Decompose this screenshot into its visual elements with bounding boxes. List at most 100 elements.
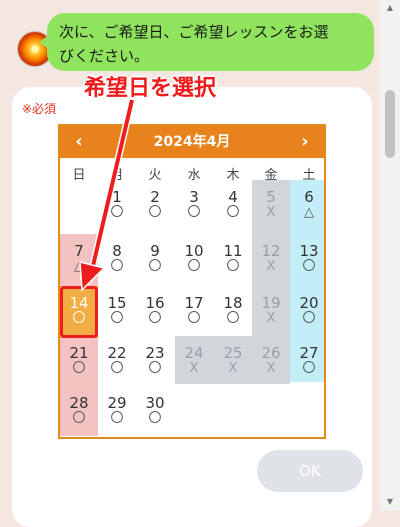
availability-mark: X xyxy=(266,311,276,326)
chevron-right-icon: › xyxy=(301,131,309,152)
day-number: 28 xyxy=(69,394,89,412)
availability-mark: X xyxy=(189,361,199,376)
calendar-day[interactable]: 4〇 xyxy=(214,180,252,232)
calendar-day: 5X xyxy=(252,180,290,232)
calendar-day[interactable]: 20 〇 xyxy=(290,286,328,338)
day-number: 4 xyxy=(228,188,238,206)
selected-date-highlight xyxy=(60,286,98,338)
calendar-day[interactable]: 15 〇 xyxy=(98,286,136,338)
day-number: 10 xyxy=(184,242,204,260)
day-number: 24 xyxy=(184,344,204,362)
scroll-up-icon[interactable]: ▲ xyxy=(385,3,395,13)
calendar-day: 25 X xyxy=(214,336,252,388)
scrollbar[interactable]: ▲ ▼ xyxy=(380,0,400,510)
availability-mark: 〇 xyxy=(148,205,162,220)
calendar-day[interactable]: 2〇 xyxy=(136,180,174,232)
calendar-day: 26 X xyxy=(252,336,290,388)
availability-mark: 〇 xyxy=(72,411,86,426)
day-number: 18 xyxy=(223,294,243,312)
day-number: 26 xyxy=(261,344,281,362)
availability-mark: 〇 xyxy=(110,311,124,326)
availability-mark: 〇 xyxy=(187,259,201,274)
calendar-day[interactable]: 16 〇 xyxy=(136,286,174,338)
calendar-day[interactable]: 23 〇 xyxy=(136,336,174,388)
calendar-day[interactable]: 29 〇 xyxy=(98,386,136,438)
calendar-day[interactable]: 9〇 xyxy=(136,234,174,286)
day-number: 25 xyxy=(223,344,243,362)
day-number: 29 xyxy=(107,394,127,412)
availability-mark: 〇 xyxy=(302,259,316,274)
day-number: 16 xyxy=(145,294,165,312)
calendar-day[interactable]: 30 〇 xyxy=(136,386,174,438)
availability-mark: 〇 xyxy=(148,361,162,376)
calendar-day[interactable]: 1〇 xyxy=(98,180,136,232)
calendar-day[interactable]: 7 △ xyxy=(60,234,98,286)
calendar-month-title: 2024年4月 xyxy=(153,134,231,150)
calendar-day[interactable]: 10 〇 xyxy=(175,234,213,286)
calendar-day: 24 X xyxy=(175,336,213,388)
required-label: ※必須 xyxy=(22,102,57,116)
calendar-day: 12 X xyxy=(252,234,290,286)
availability-mark: 〇 xyxy=(187,205,201,220)
availability-mark: 〇 xyxy=(302,361,316,376)
availability-mark: 〇 xyxy=(187,311,201,326)
day-number: 12 xyxy=(261,242,281,260)
day-number: 27 xyxy=(299,344,319,362)
availability-mark: 〇 xyxy=(72,361,86,376)
day-number: 3 xyxy=(189,188,199,206)
calendar-day[interactable]: 11 〇 xyxy=(214,234,252,286)
day-number: 22 xyxy=(107,344,127,362)
calendar-day[interactable]: 17 〇 xyxy=(175,286,213,338)
availability-mark: 〇 xyxy=(226,259,240,274)
weekday-label: 日 xyxy=(72,168,86,183)
day-number: 19 xyxy=(261,294,281,312)
annotation-label: 希望日を選択 xyxy=(84,76,217,101)
calendar-day[interactable]: 8〇 xyxy=(98,234,136,286)
scroll-down-icon[interactable]: ▼ xyxy=(385,497,395,507)
day-number: 30 xyxy=(145,394,165,412)
day-number: 7 xyxy=(74,242,84,260)
availability-mark: 〇 xyxy=(148,311,162,326)
day-number: 5 xyxy=(266,188,276,206)
day-number: 20 xyxy=(299,294,319,312)
calendar-day[interactable]: 27 〇 xyxy=(290,336,328,388)
day-number: 13 xyxy=(299,242,319,260)
availability-mark: △ xyxy=(74,259,84,274)
availability-mark: 〇 xyxy=(110,259,124,274)
availability-mark: 〇 xyxy=(110,411,124,426)
calendar-header: ‹ 2024年4月 › xyxy=(60,126,324,158)
availability-mark: X xyxy=(266,205,276,220)
day-number: 11 xyxy=(223,242,243,260)
calendar-day[interactable]: 28 〇 xyxy=(60,386,98,438)
calendar-day: 19 X xyxy=(252,286,290,338)
availability-mark: 〇 xyxy=(226,311,240,326)
calendar-day[interactable]: 21 〇 xyxy=(60,336,98,388)
calendar-day[interactable]: 13 〇 xyxy=(290,234,328,286)
chat-message-line1: 次に、ご希望日、ご希望レッスンをお選 xyxy=(59,23,329,41)
calendar-day[interactable]: 18 〇 xyxy=(214,286,252,338)
calendar: ‹ 2024年4月 › 日月火水木金土 1 〇 2 〇 3 〇 4 〇 5 X 6 △ 7 △ 8 〇 9 〇 10… xyxy=(58,124,326,439)
availability-mark: X xyxy=(228,361,238,376)
next-month-button[interactable]: › xyxy=(290,126,320,158)
availability-mark: X xyxy=(266,361,276,376)
availability-mark: 〇 xyxy=(110,205,124,220)
day-number: 9 xyxy=(150,242,160,260)
ok-button[interactable]: OK xyxy=(257,450,363,492)
day-number: 23 xyxy=(145,344,165,362)
availability-mark: 〇 xyxy=(302,311,316,326)
day-number: 1 xyxy=(112,188,122,206)
availability-mark: X xyxy=(266,259,276,274)
day-number: 6 xyxy=(304,188,314,206)
calendar-day[interactable]: 3〇 xyxy=(175,180,213,232)
scrollbar-thumb[interactable] xyxy=(385,90,395,158)
day-number: 8 xyxy=(112,242,122,260)
day-number: 15 xyxy=(107,294,127,312)
chat-bubble: 次に、ご希望日、ご希望レッスンをお選 びください。 xyxy=(39,13,374,71)
availability-mark: 〇 xyxy=(148,411,162,426)
calendar-day[interactable]: 22 〇 xyxy=(98,336,136,388)
availability-mark: 〇 xyxy=(110,361,124,376)
day-number: 17 xyxy=(184,294,204,312)
availability-mark: 〇 xyxy=(148,259,162,274)
calendar-day[interactable]: 6 △ xyxy=(290,180,328,232)
chat-message-line2: びください。 xyxy=(59,47,150,65)
